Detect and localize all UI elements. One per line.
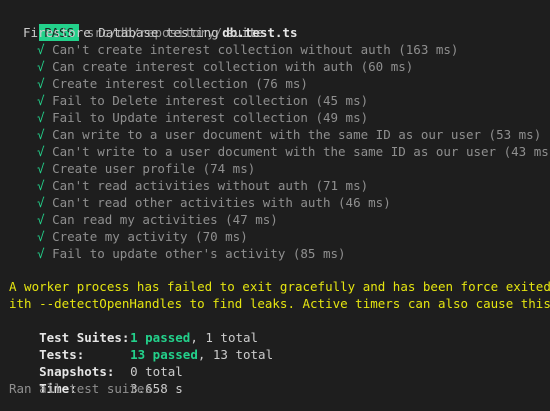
summary-suites: Test Suites:1 passed, 1 total xyxy=(9,312,258,345)
check-icon: √ xyxy=(37,178,45,193)
summary-tests: Tests: 13 passed, 13 total xyxy=(9,329,273,362)
check-icon: √ xyxy=(37,246,45,261)
test-result-label: Can read my activities (47 ms) xyxy=(52,212,278,227)
check-icon: √ xyxy=(37,195,45,210)
test-result-label: Fail to Delete interest collection (45 m… xyxy=(52,93,369,108)
summary-tests-total: , 13 total xyxy=(197,347,274,362)
test-file-header: PASS src/db/repository/db.test.ts xyxy=(9,7,297,41)
test-result-label: Can write to a user document with the sa… xyxy=(52,127,542,142)
check-icon: √ xyxy=(37,144,45,159)
test-result-label: Create interest collection (76 ms) xyxy=(52,76,308,91)
test-result-row: √ Create interest collection (76 ms) xyxy=(37,75,308,92)
test-result-row: √ Create my activity (70 ms) xyxy=(37,228,248,245)
test-result-row: √ Can't read other activities with auth … xyxy=(37,194,391,211)
test-result-row: √ Can write to a user document with the … xyxy=(37,126,541,143)
test-result-label: Can't create interest collection without… xyxy=(52,42,459,57)
check-icon: √ xyxy=(37,76,45,91)
terminal-output[interactable]: PASS src/db/repository/db.test.ts Firest… xyxy=(0,0,550,411)
summary-time: Time: 3.658 s xyxy=(9,363,183,396)
warning-line-1: A worker process has failed to exit grac… xyxy=(9,279,550,294)
suite-title: Firestore Database testing suite xyxy=(23,25,264,40)
test-result-row: √ Can create interest collection with au… xyxy=(37,58,413,75)
check-icon: √ xyxy=(37,229,45,244)
test-result-row: √ Fail to Delete interest collection (45… xyxy=(37,92,368,109)
test-result-row: √ Can't read activities without auth (71… xyxy=(37,177,368,194)
check-icon: √ xyxy=(37,161,45,176)
check-icon: √ xyxy=(37,110,45,125)
warning-line-2: ith --detectOpenHandles to find leaks. A… xyxy=(9,296,550,311)
test-result-row: √ Can't create interest collection witho… xyxy=(37,41,458,58)
test-result-label: Create user profile (74 ms) xyxy=(52,161,256,176)
check-icon: √ xyxy=(37,59,45,74)
check-icon: √ xyxy=(37,42,45,57)
summary-footer: Ran all test suites. xyxy=(9,381,160,396)
test-result-label: Can create interest collection with auth… xyxy=(52,59,414,74)
check-icon: √ xyxy=(37,127,45,142)
check-icon: √ xyxy=(37,212,45,227)
test-result-label: Can't write to a user document with the … xyxy=(52,144,550,159)
summary-snapshots: Snapshots: 0 total xyxy=(9,346,183,379)
test-result-row: √ Can read my activities (47 ms) xyxy=(37,211,278,228)
test-result-row: √ Create user profile (74 ms) xyxy=(37,160,255,177)
test-result-label: Create my activity (70 ms) xyxy=(52,229,248,244)
test-result-row: √ Can't write to a user document with th… xyxy=(37,143,550,160)
test-result-label: Fail to Update interest collection (49 m… xyxy=(52,110,369,125)
test-result-label: Can't read other activities with auth (4… xyxy=(52,195,391,210)
test-result-row: √ Fail to update other's activity (85 ms… xyxy=(37,245,346,262)
test-result-row: √ Fail to Update interest collection (49… xyxy=(37,109,368,126)
check-icon: √ xyxy=(37,93,45,108)
test-result-label: Fail to update other's activity (85 ms) xyxy=(52,246,346,261)
test-result-label: Can't read activities without auth (71 m… xyxy=(52,178,369,193)
